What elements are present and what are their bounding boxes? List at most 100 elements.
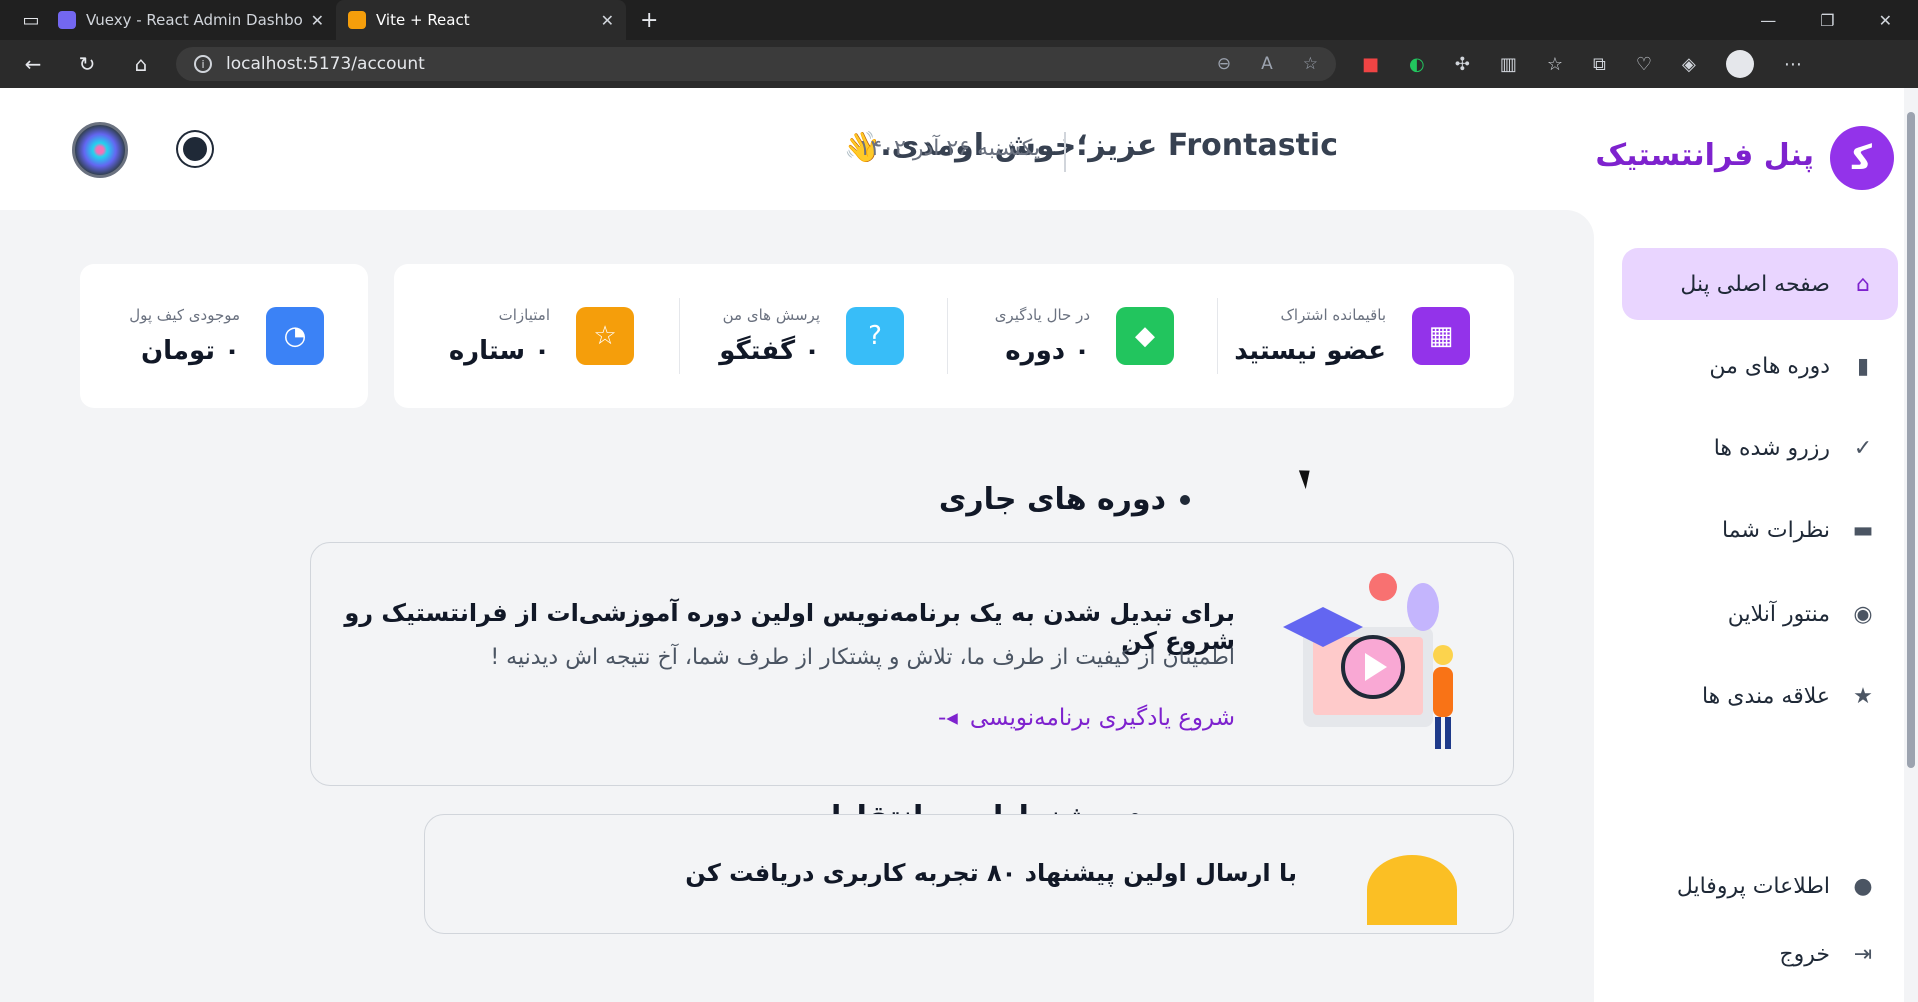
minimize-icon[interactable]: —	[1760, 11, 1776, 30]
performance-icon[interactable]: ♡	[1636, 54, 1652, 75]
wallet-icon: ◔	[266, 307, 324, 365]
stat-questions: ? پرسش های من ۰ گفتگو	[719, 264, 904, 408]
read-aloud-icon[interactable]: A	[1261, 54, 1273, 74]
sidebar-item-online-mentor[interactable]: منتور آنلاین ◉	[1622, 578, 1898, 650]
stat-value: ۰ تومان	[140, 336, 240, 366]
stat-value: ۰ گفتگو	[719, 336, 820, 366]
theme-toggle-button[interactable]	[174, 128, 216, 170]
brand-title: پنل فرانتستیک	[1595, 138, 1814, 173]
banner-title: با ارسال اولین پیشنهاد ۸۰ تجربه کاربری د…	[685, 859, 1297, 887]
wallet-card: ◔ موجودی کیف پول ۰ تومان	[80, 264, 368, 408]
sidebar-item-label: علاقه مندی ها	[1701, 683, 1830, 709]
start-learning-link[interactable]: شروع یادگیری برنامه‌نویسی ◂-	[938, 705, 1235, 731]
sidebar-item-label: منتور آنلاین	[1727, 601, 1830, 627]
tab-strip: ▭ Vuexy - React Admin Dashboard ✕ Vite +…	[0, 0, 1918, 40]
sidebar-item-dashboard[interactable]: صفحه اصلی پنل ⌂	[1622, 248, 1898, 320]
current-date: یکشنبه ۲۶ آذر ۱۴۰۲	[858, 136, 1040, 161]
close-window-icon[interactable]: ✕	[1879, 11, 1892, 30]
sidebar: صفحه اصلی پنل ⌂ دوره های من ▮ رزرو شده ه…	[1594, 210, 1918, 1002]
tab-title: Vuexy - React Admin Dashboard	[86, 11, 303, 29]
favorite-icon[interactable]: ☆	[1303, 54, 1318, 74]
suggestion-banner: با ارسال اولین پیشنهاد ۸۰ تجربه کاربری د…	[424, 814, 1514, 934]
vuexy-favicon-icon	[58, 11, 76, 29]
logout-icon: ⇥	[1853, 941, 1873, 967]
collections-icon[interactable]: ⧉	[1593, 54, 1606, 75]
extension-icon[interactable]: ◐	[1409, 54, 1425, 75]
sidebar-item-label: صفحه اصلی پنل	[1680, 271, 1830, 297]
main-content: ▦ باقیمانده اشتراک عضو نیستید ◆ در حال ی…	[0, 210, 1594, 1002]
page-scrollbar[interactable]	[1904, 88, 1918, 1002]
stat-wallet: ◔ موجودی کیف پول ۰ تومان	[129, 264, 324, 408]
vite-favicon-icon	[348, 11, 366, 29]
reload-icon[interactable]: ↻	[66, 46, 108, 82]
stat-value: عضو نیستید	[1234, 336, 1386, 366]
logo-icon[interactable]: ﮐ	[1830, 126, 1894, 190]
sidebar-item-favorites[interactable]: علاقه مندی ها ★	[1622, 660, 1898, 732]
stats-card: ▦ باقیمانده اشتراک عضو نیستید ◆ در حال ی…	[394, 264, 1514, 408]
app: ﮐ پنل فرانتستیک Frontastic عزیز؛خوش اومد…	[0, 88, 1918, 1002]
header: ﮐ پنل فرانتستیک Frontastic عزیز؛خوش اومد…	[0, 88, 1918, 210]
info-icon[interactable]: i	[194, 55, 212, 73]
home-browser-icon[interactable]: ⌂	[120, 46, 162, 82]
sidebar-item-label: اطلاعات پروفایل	[1676, 873, 1830, 899]
tab-actions-icon[interactable]: ▭	[16, 5, 46, 35]
graduation-cap-icon: ◆	[1116, 307, 1174, 365]
restore-icon[interactable]: ❐	[1820, 11, 1834, 30]
url-text: localhost:5173/account	[226, 54, 425, 74]
file-check-icon: ✓	[1853, 435, 1873, 461]
course-illustration	[1283, 573, 1453, 749]
close-tab-icon[interactable]: ✕	[601, 11, 614, 30]
close-tab-icon[interactable]: ✕	[311, 11, 324, 30]
star-folder-icon: ★	[1853, 683, 1873, 709]
browser-chrome: ▭ Vuexy - React Admin Dashboard ✕ Vite +…	[0, 0, 1918, 88]
scrollbar-thumb[interactable]	[1907, 112, 1915, 768]
banner-subtitle: اطمینان از کیفیت از طرف ما، تلاش و پشتکا…	[490, 645, 1235, 670]
new-tab-icon[interactable]: +	[640, 8, 658, 33]
home-icon: ⌂	[1856, 271, 1870, 297]
sidebar-item-label: خروج	[1779, 941, 1830, 967]
back-icon[interactable]: ←	[12, 46, 54, 82]
tab-title: Vite + React	[376, 11, 470, 29]
stat-learning: ◆ در حال یادگیری ۰ دوره	[995, 264, 1174, 408]
window-controls: — ❐ ✕	[1760, 11, 1918, 30]
arrow-left-icon: ◂-	[937, 705, 958, 731]
star-icon: ☆	[576, 307, 634, 365]
sidebar-item-label: نظرات شما	[1722, 517, 1830, 543]
sun-icon	[183, 137, 207, 161]
stat-value: ۰ ستاره	[448, 336, 550, 366]
profile-icon[interactable]	[1725, 50, 1754, 78]
stat-divider	[1217, 298, 1218, 374]
section-title-text: دوره های جاری	[938, 482, 1166, 517]
video-icon: ▮	[1856, 353, 1870, 379]
stat-label: باقیمانده اشتراک	[1280, 306, 1387, 324]
start-learning-banner: برای تبدیل شدن به یک برنامه‌نویس اولین د…	[310, 542, 1514, 786]
sidebar-item-comments[interactable]: نظرات شما ▬	[1622, 494, 1898, 566]
extension-icon[interactable]: ■	[1362, 54, 1379, 75]
tab-vuexy[interactable]: Vuexy - React Admin Dashboard ✕	[46, 0, 336, 40]
stat-label: در حال یادگیری	[994, 306, 1090, 324]
sidebar-item-my-courses[interactable]: دوره های من ▮	[1622, 330, 1898, 402]
avatar[interactable]	[72, 122, 128, 178]
address-bar-icons: ⊖ A ☆	[1217, 54, 1318, 74]
zoom-icon[interactable]: ⊖	[1217, 54, 1231, 74]
extensions-icon[interactable]: ✣	[1455, 54, 1470, 75]
tab-vite-react[interactable]: Vite + React ✕	[336, 0, 626, 40]
copilot-icon[interactable]: ◈	[1682, 54, 1696, 75]
more-menu-icon[interactable]: ⋯	[1784, 54, 1802, 75]
split-screen-icon[interactable]: ▥	[1500, 54, 1517, 75]
sidebar-item-logout[interactable]: خروج ⇥	[1622, 918, 1898, 990]
sidebar-item-reserved[interactable]: رزرو شده ها ✓	[1622, 412, 1898, 484]
sidebar-item-profile[interactable]: اطلاعات پروفایل ●	[1622, 850, 1898, 922]
stat-subscription: ▦ باقیمانده اشتراک عضو نیستید	[1234, 264, 1470, 408]
user-icon: ●	[1853, 873, 1873, 899]
calendar-icon: ▦	[1412, 307, 1470, 365]
stat-label: امتیازات	[498, 306, 550, 324]
favorites-icon[interactable]: ☆	[1547, 54, 1563, 75]
extensions-area: ■ ◐ ✣ ▥ ☆ ⧉ ♡ ◈ ⋯	[1362, 50, 1802, 78]
address-bar[interactable]: i localhost:5173/account ⊖ A ☆	[176, 47, 1336, 81]
stat-label: پرسش های من	[722, 306, 820, 324]
sidebar-item-label: دوره های من	[1709, 353, 1830, 379]
link-label: شروع یادگیری برنامه‌نویسی	[969, 705, 1235, 731]
stat-divider	[679, 298, 680, 374]
stat-points: ☆ امتیازات ۰ ستاره	[449, 264, 634, 408]
